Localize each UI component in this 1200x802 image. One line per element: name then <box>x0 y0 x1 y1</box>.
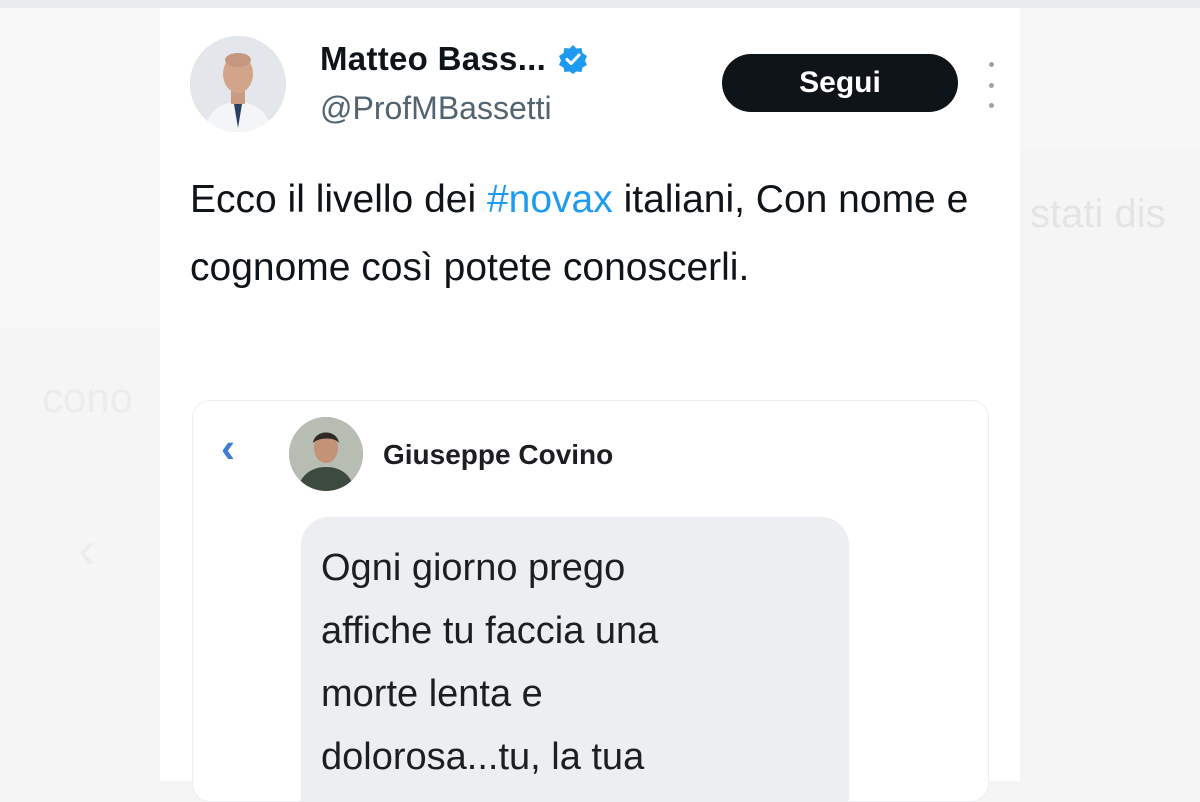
background-right-panel <box>1020 8 1200 148</box>
tweet-text-part-1: Ecco il livello dei <box>190 178 487 221</box>
message-line: dolorosa...tu, la tua <box>321 736 645 778</box>
author-name-line: Matteo Bass... <box>320 40 588 78</box>
embedded-screenshot[interactable]: ‹ Giuseppe Covino Ogni giorno prego affi… <box>192 400 989 802</box>
message-line: Ogni giorno prego <box>321 547 626 589</box>
contact-avatar <box>289 417 363 491</box>
background-left-panel <box>0 8 160 328</box>
message-line: affiche tu faccia una <box>321 610 659 652</box>
more-options-icon[interactable] <box>986 62 996 108</box>
message-text: Ogni giorno prego affiche tu faccia una … <box>321 537 821 789</box>
author-handle[interactable]: @ProfMBassetti <box>320 90 552 127</box>
hashtag-link[interactable]: #novax <box>487 178 613 221</box>
verified-badge-icon <box>559 45 588 74</box>
author-avatar[interactable] <box>190 36 286 132</box>
follow-button[interactable]: Segui <box>722 54 958 112</box>
tweet-author-row: Matteo Bass... @ProfMBassetti Segui <box>190 32 1000 142</box>
tweet-card: Matteo Bass... @ProfMBassetti Segui Ecco… <box>160 8 1020 802</box>
tweet-text: Ecco il livello dei #novax italiani, Con… <box>190 166 970 302</box>
message-line: morte lenta e <box>321 673 543 715</box>
background-chevron-icon: ‹ <box>78 521 96 579</box>
author-name[interactable]: Matteo Bass... <box>320 40 546 78</box>
background-text-left: cono <box>42 374 134 421</box>
background-top-strip <box>0 0 1200 8</box>
back-chevron-icon: ‹ <box>221 424 235 471</box>
background-text-right: stati dis <box>1030 192 1166 236</box>
contact-name: Giuseppe Covino <box>383 439 614 470</box>
